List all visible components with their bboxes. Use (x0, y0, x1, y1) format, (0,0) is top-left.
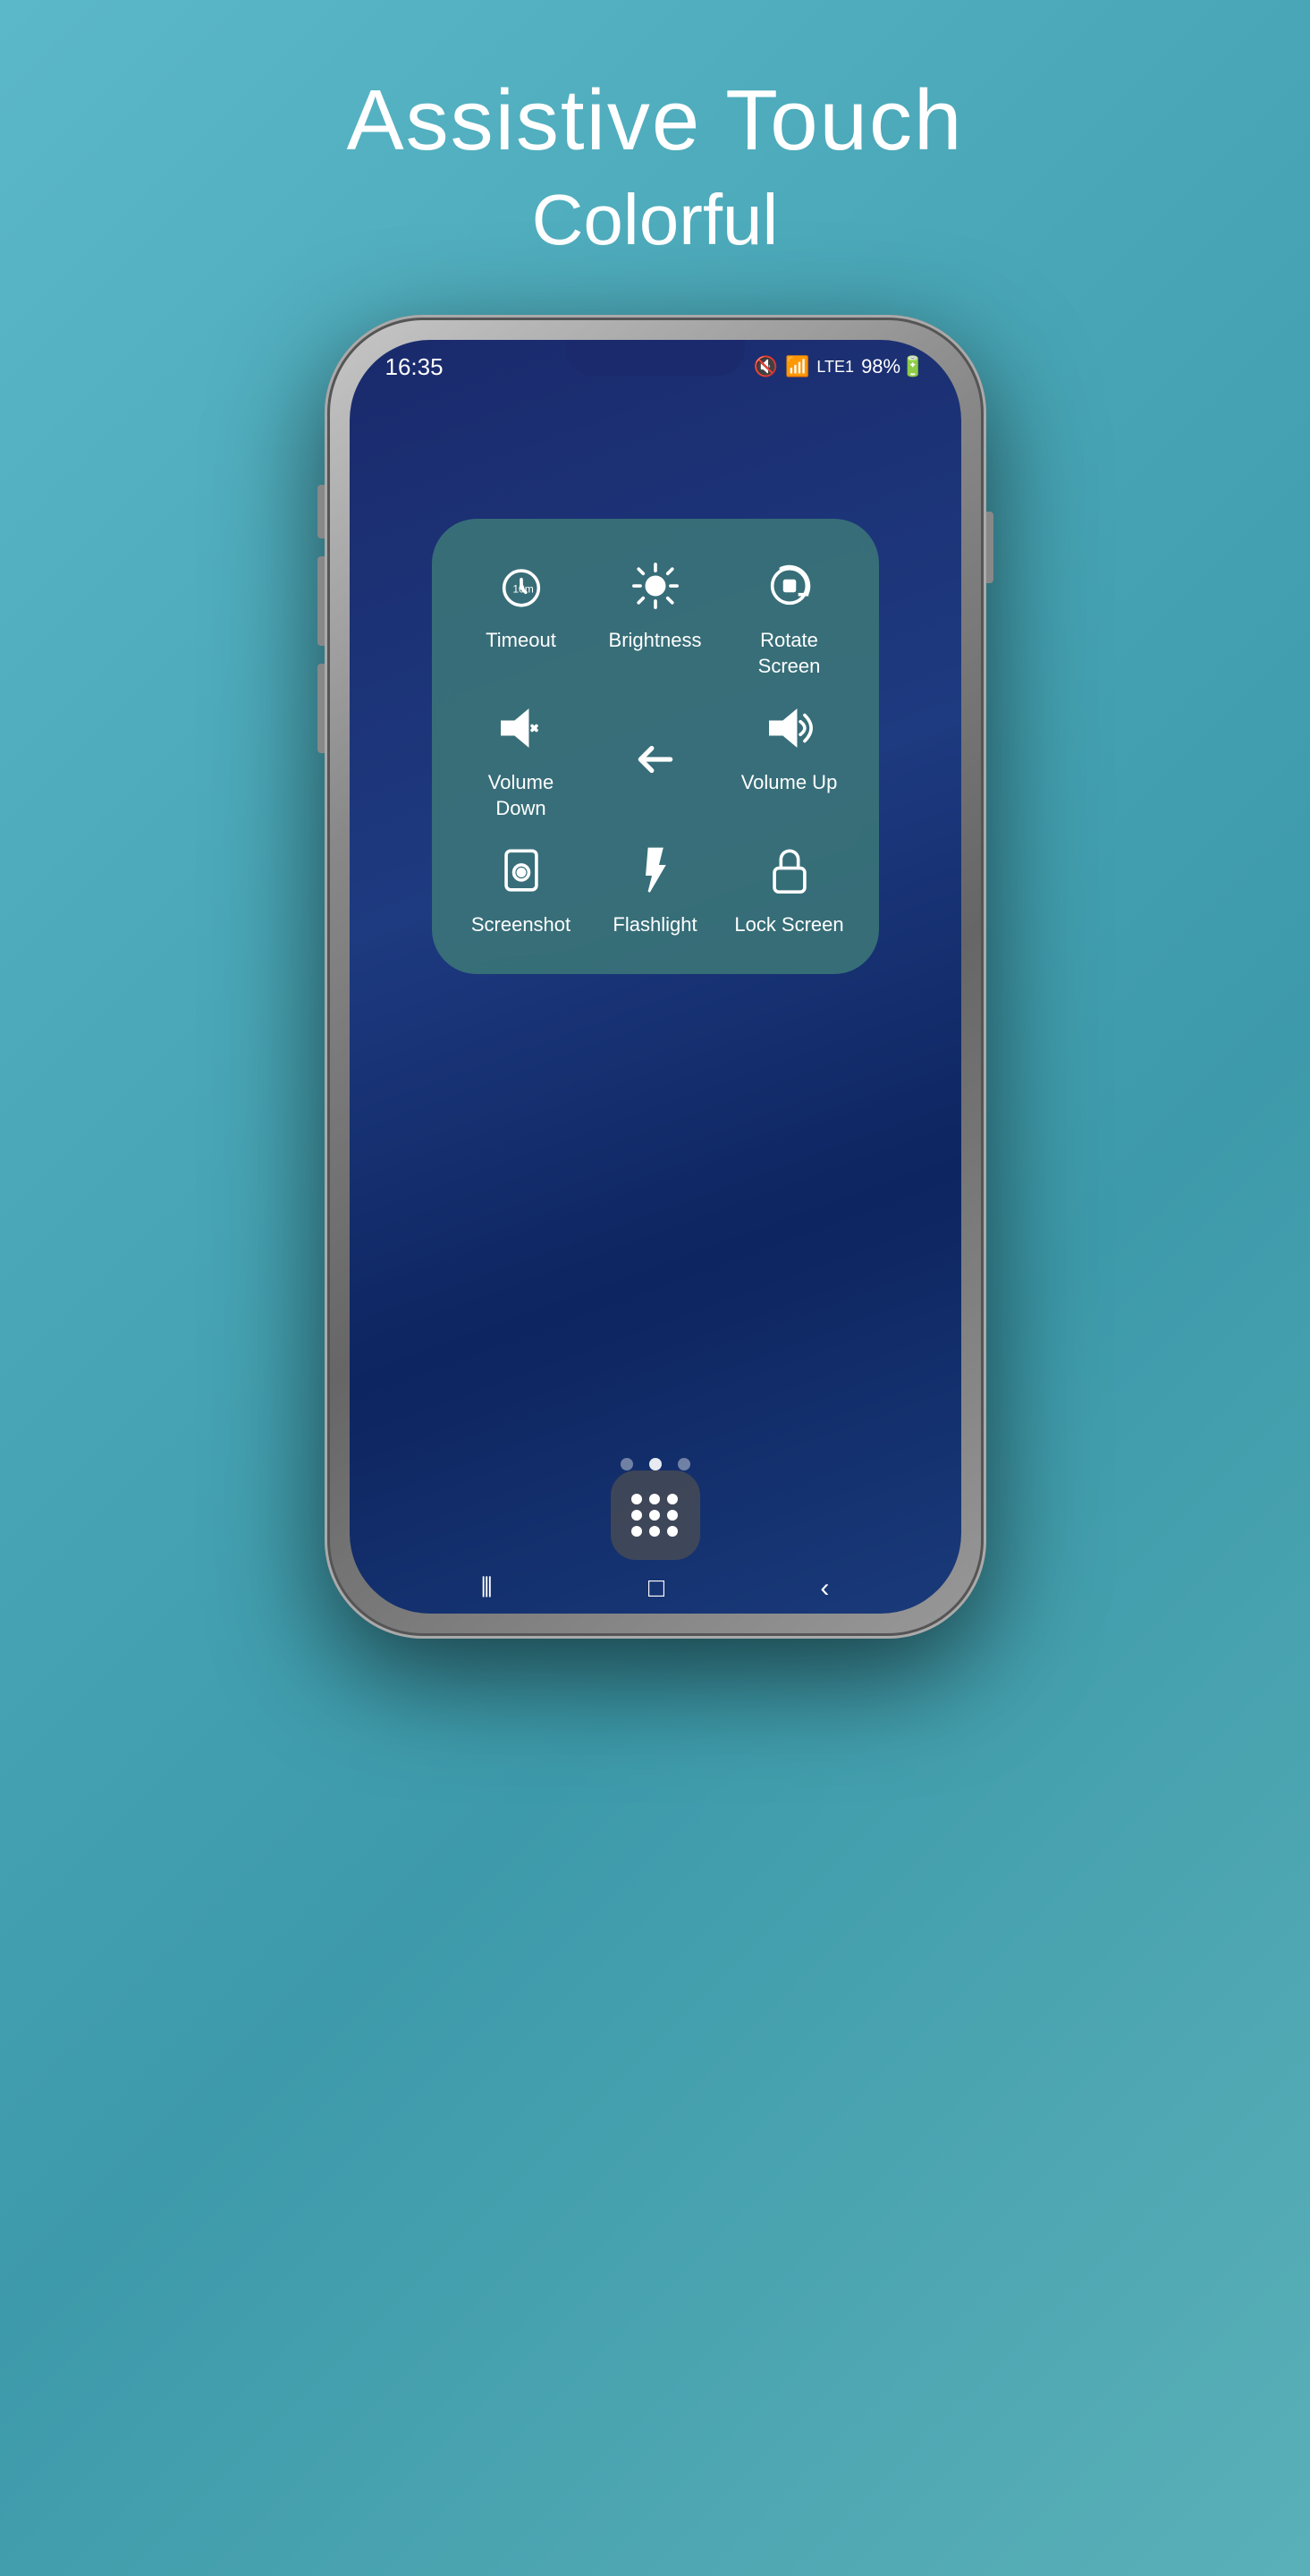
at-item-flashlight[interactable]: Flashlight (593, 839, 718, 938)
app-title-sub: Colorful (347, 179, 964, 261)
app-header: Assistive Touch Colorful (347, 72, 964, 261)
nav-dot-1[interactable] (649, 1458, 662, 1470)
mute-icon: 🔇 (754, 355, 778, 378)
lock-screen-label: Lock Screen (734, 912, 843, 938)
volume-down-icon (490, 697, 553, 759)
nav-home-icon[interactable]: □ (648, 1573, 664, 1604)
app-title-main: Assistive Touch (347, 72, 964, 170)
home-button[interactable] (611, 1470, 700, 1560)
wifi-icon: 📶 (785, 355, 809, 378)
flashlight-label: Flashlight (613, 912, 697, 938)
battery-icon: 98%🔋 (861, 355, 925, 378)
at-item-volume-down[interactable]: Volume Down (459, 697, 584, 821)
lock-screen-icon (758, 839, 821, 902)
brightness-label: Brightness (609, 628, 702, 654)
volume-up-label: Volume Up (741, 770, 838, 796)
brightness-icon (624, 555, 687, 617)
svg-text:10m: 10m (512, 582, 534, 595)
phone-screen: 16:35 🔇 📶 LTE1 98%🔋 10m Timeout (350, 340, 961, 1614)
status-icons: 🔇 📶 LTE1 98%🔋 (754, 355, 925, 378)
home-button-grid (631, 1494, 680, 1537)
at-item-brightness[interactable]: Brightness (593, 555, 718, 679)
nav-back-icon[interactable]: ‹ (820, 1573, 829, 1604)
nav-dots (621, 1458, 690, 1470)
volume-down-label: Volume Down (488, 770, 554, 821)
timeout-label: Timeout (486, 628, 556, 654)
volume-button-2[interactable] (317, 556, 325, 646)
notch (566, 340, 745, 376)
bottom-nav: ⦀ □ ‹ (350, 1563, 961, 1614)
at-item-rotate[interactable]: Rotate Screen (727, 555, 852, 679)
at-item-screenshot[interactable]: Screenshot (459, 839, 584, 938)
at-item-timeout[interactable]: 10m Timeout (459, 555, 584, 679)
nav-recent-icon[interactable]: ⦀ (481, 1573, 493, 1604)
phone-wrapper: 16:35 🔇 📶 LTE1 98%🔋 10m Timeout (325, 315, 986, 1639)
rotate-label: Rotate Screen (758, 628, 821, 679)
status-time: 16:35 (385, 353, 444, 381)
screenshot-icon (490, 839, 553, 902)
power-button[interactable] (986, 512, 993, 583)
volume-button-3[interactable] (317, 664, 325, 753)
back-arrow-icon (624, 728, 687, 791)
nav-dot-0[interactable] (621, 1458, 633, 1470)
at-item-volume-up[interactable]: Volume Up (727, 697, 852, 821)
timeout-icon: 10m (490, 555, 553, 617)
volume-button-1[interactable] (317, 485, 325, 538)
at-item-lock-screen[interactable]: Lock Screen (727, 839, 852, 938)
at-item-back[interactable] (593, 697, 718, 821)
assistive-touch-menu: 10m Timeout (432, 519, 879, 974)
flashlight-icon (624, 839, 687, 902)
nav-dot-2[interactable] (678, 1458, 690, 1470)
signal-icon: LTE1 (816, 358, 854, 377)
volume-up-icon (758, 697, 821, 759)
screenshot-label: Screenshot (471, 912, 570, 938)
rotate-icon (758, 555, 821, 617)
